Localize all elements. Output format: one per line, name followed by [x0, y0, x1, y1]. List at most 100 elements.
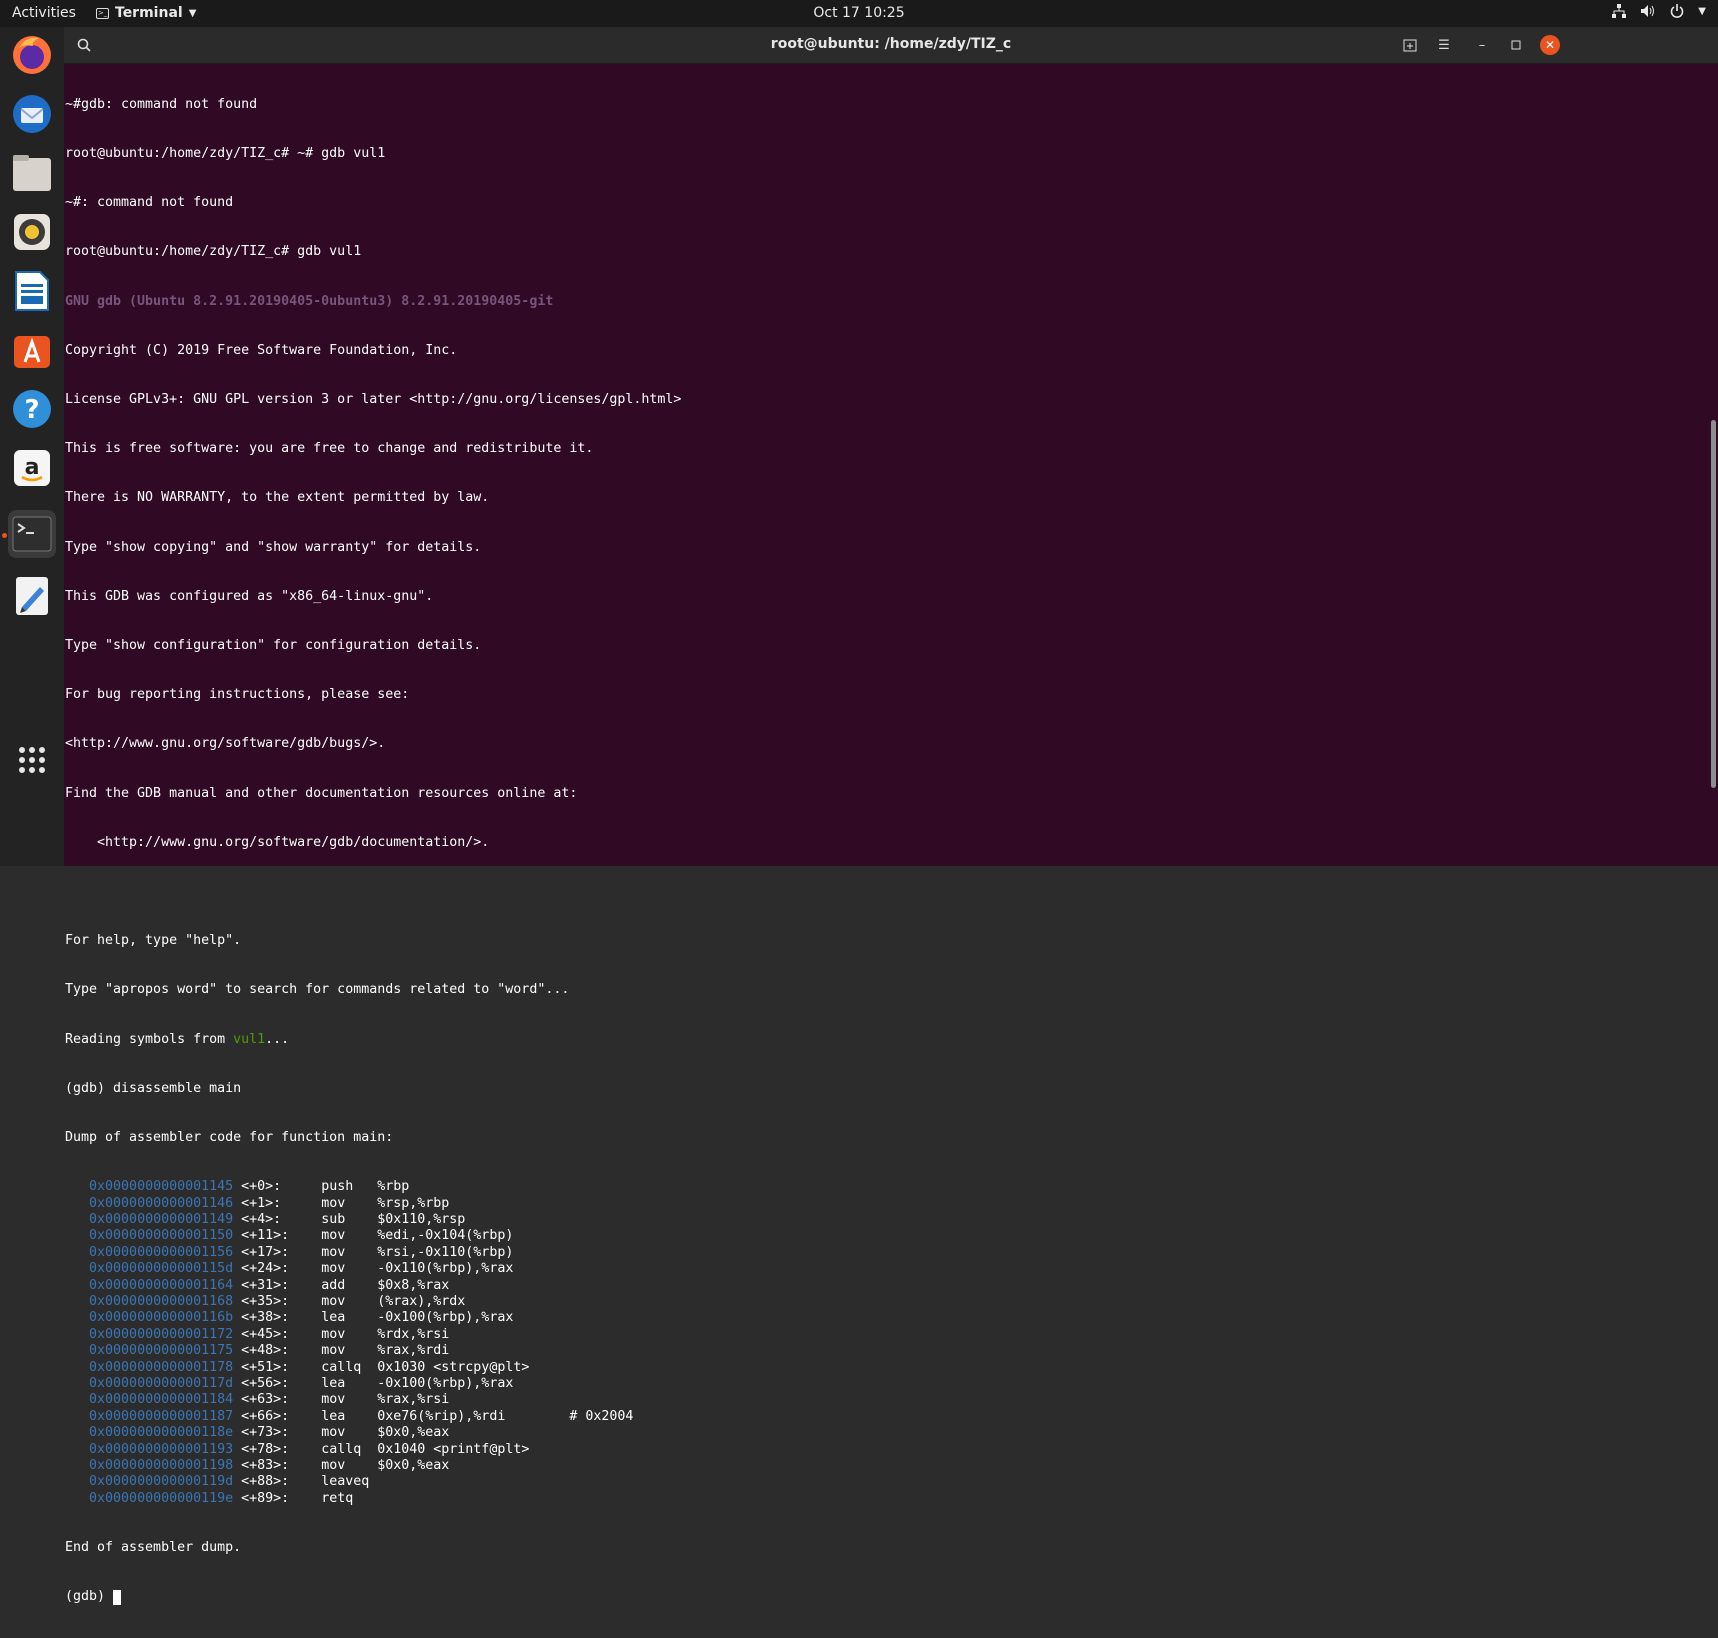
- terminal-line: Find the GDB manual and other documentat…: [65, 785, 578, 801]
- asm-address: 0x000000000000117d: [89, 1375, 234, 1391]
- dock: ? a: [0, 27, 64, 866]
- terminal-line: This is free software: you are free to c…: [65, 441, 594, 457]
- asm-instruction: <+17>: mov %rsi,-0x110(%rbp): [233, 1244, 514, 1260]
- asm-instruction: <+83>: mov $0x0,%eax: [233, 1457, 450, 1473]
- amazon-icon[interactable]: a: [8, 444, 56, 492]
- terminal-line: ~#gdb: command not found: [65, 96, 258, 112]
- asm-address: 0x0000000000001168: [89, 1294, 234, 1310]
- asm-instruction: <+11>: mov %edi,-0x104(%rbp): [233, 1228, 514, 1244]
- gdb-version-line: GNU gdb (Ubuntu 8.2.91.20190405-0ubuntu3…: [65, 293, 554, 309]
- thunderbird-icon[interactable]: [8, 90, 56, 138]
- libreoffice-writer-icon[interactable]: [8, 267, 56, 315]
- software-center-icon[interactable]: [8, 326, 56, 374]
- terminal-line: (gdb) disassemble main: [65, 1080, 242, 1096]
- chevron-down-icon: ▼: [1698, 5, 1706, 17]
- asm-line: 0x0000000000001175 <+48>: mov %rax,%rdi: [65, 1343, 1718, 1359]
- asm-address: 0x000000000000118e: [89, 1425, 234, 1441]
- new-tab-icon[interactable]: [1398, 33, 1422, 57]
- asm-address: 0x000000000000116b: [89, 1310, 234, 1326]
- asm-line: 0x000000000000119d <+88>: leaveq: [65, 1474, 1718, 1490]
- scrollbar[interactable]: [1711, 420, 1716, 788]
- asm-address: 0x000000000000119d: [89, 1474, 234, 1490]
- terminal-line: Copyright (C) 2019 Free Software Foundat…: [65, 342, 458, 358]
- terminal-small-icon: >_: [96, 7, 109, 19]
- asm-address: 0x0000000000001156: [89, 1244, 234, 1260]
- disassembly-block: 0x0000000000001145 <+0>: push %rbp 0x000…: [65, 1179, 1718, 1507]
- asm-instruction: <+73>: mov $0x0,%eax: [233, 1425, 450, 1441]
- reading-symbols-line: Reading symbols from vul1...: [65, 1032, 1718, 1048]
- reading-symbols-text: Reading symbols from: [65, 1031, 234, 1047]
- asm-line: 0x0000000000001168 <+35>: mov (%rax),%rd…: [65, 1294, 1718, 1310]
- asm-line: 0x000000000000117d <+56>: lea -0x100(%rb…: [65, 1376, 1718, 1392]
- asm-address: 0x000000000000115d: [89, 1261, 234, 1277]
- asm-address: 0x0000000000001175: [89, 1343, 234, 1359]
- asm-line: 0x0000000000001172 <+45>: mov %rdx,%rsi: [65, 1327, 1718, 1343]
- asm-line: 0x0000000000001156 <+17>: mov %rsi,-0x11…: [65, 1245, 1718, 1261]
- terminal-line: Type "show copying" and "show warranty" …: [65, 539, 482, 555]
- firefox-icon[interactable]: [8, 31, 56, 79]
- search-icon[interactable]: [72, 33, 96, 57]
- asm-line: 0x0000000000001145 <+0>: push %rbp: [65, 1179, 1718, 1195]
- asm-address: 0x0000000000001198: [89, 1457, 234, 1473]
- asm-line: 0x0000000000001193 <+78>: callq 0x1040 <…: [65, 1442, 1718, 1458]
- asm-instruction: <+38>: lea -0x100(%rbp),%rax: [233, 1310, 514, 1326]
- terminal-icon[interactable]: [8, 510, 56, 558]
- terminal-output[interactable]: ~#gdb: command not found root@ubuntu:/ho…: [64, 64, 1718, 1606]
- asm-line: 0x000000000000118e <+73>: mov $0x0,%eax: [65, 1425, 1718, 1441]
- asm-line: 0x0000000000001164 <+31>: add $0x8,%rax: [65, 1278, 1718, 1294]
- terminal-line: <http://www.gnu.org/software/gdb/bugs/>.: [65, 736, 386, 752]
- terminal-line: End of assembler dump.: [65, 1539, 242, 1555]
- reading-symbols-suffix: ...: [265, 1031, 290, 1047]
- asm-address: 0x0000000000001172: [89, 1326, 234, 1342]
- terminal-line: For bug reporting instructions, please s…: [65, 687, 410, 703]
- activities-button[interactable]: Activities: [12, 5, 76, 21]
- files-icon[interactable]: [8, 149, 56, 197]
- terminal-window: root@ubuntu: /home/zdy/TIZ_c ☰ – ✕ ~#gdb…: [64, 27, 1718, 1606]
- terminal-line: This GDB was configured as "x86_64-linux…: [65, 588, 434, 604]
- asm-instruction: <+24>: mov -0x110(%rbp),%rax: [233, 1261, 514, 1277]
- asm-address: 0x000000000000119e: [89, 1490, 234, 1506]
- asm-instruction: <+0>: push %rbp: [233, 1179, 410, 1195]
- asm-address: 0x0000000000001150: [89, 1228, 234, 1244]
- system-tray[interactable]: ▼: [1612, 4, 1706, 18]
- asm-instruction: <+63>: mov %rax,%rsi: [233, 1392, 450, 1408]
- volume-icon: [1641, 5, 1655, 17]
- show-applications-icon[interactable]: [8, 736, 56, 784]
- asm-instruction: <+45>: mov %rdx,%rsi: [233, 1326, 450, 1342]
- asm-instruction: <+48>: mov %rax,%rdi: [233, 1343, 450, 1359]
- svg-text:?: ?: [24, 395, 39, 425]
- help-icon[interactable]: ?: [8, 385, 56, 433]
- asm-instruction: <+89>: retq: [233, 1490, 354, 1506]
- asm-address: 0x0000000000001187: [89, 1408, 234, 1424]
- reading-symbols-file: vul1: [233, 1031, 266, 1047]
- terminal-line: Type "show configuration" for configurat…: [65, 638, 482, 654]
- text-editor-icon[interactable]: [8, 572, 56, 620]
- asm-instruction: <+78>: callq 0x1040 <printf@plt>: [233, 1441, 530, 1457]
- minimize-icon[interactable]: –: [1470, 33, 1494, 57]
- asm-address: 0x0000000000001178: [89, 1359, 234, 1375]
- close-icon[interactable]: ✕: [1540, 35, 1560, 55]
- clock[interactable]: Oct 17 10:25: [813, 5, 904, 21]
- power-icon: [1671, 4, 1684, 18]
- asm-address: 0x0000000000001146: [89, 1195, 234, 1211]
- asm-address: 0x0000000000001164: [89, 1277, 234, 1293]
- rhythmbox-icon[interactable]: [8, 208, 56, 256]
- running-indicator: [2, 533, 7, 538]
- title-bar: root@ubuntu: /home/zdy/TIZ_c ☰ – ✕: [64, 27, 1718, 64]
- asm-address: 0x0000000000001145: [89, 1179, 234, 1195]
- asm-instruction: <+88>: leaveq: [233, 1474, 370, 1490]
- app-menu[interactable]: >_ Terminal ▼: [96, 5, 196, 21]
- terminal-line: ~#: command not found: [65, 195, 234, 211]
- svg-text:a: a: [25, 455, 40, 480]
- maximize-icon[interactable]: [1504, 33, 1528, 57]
- asm-address: 0x0000000000001184: [89, 1392, 234, 1408]
- asm-line: 0x0000000000001187 <+66>: lea 0xe76(%rip…: [65, 1409, 1718, 1425]
- app-menu-label: Terminal: [115, 5, 183, 21]
- hamburger-menu-icon[interactable]: ☰: [1432, 33, 1456, 57]
- asm-address: 0x0000000000001193: [89, 1441, 234, 1457]
- asm-line: 0x0000000000001178 <+51>: callq 0x1030 <…: [65, 1360, 1718, 1376]
- prompt-line: (gdb): [65, 1589, 1718, 1606]
- asm-instruction: <+4>: sub $0x110,%rsp: [233, 1212, 466, 1228]
- gdb-prompt: (gdb): [65, 1589, 114, 1605]
